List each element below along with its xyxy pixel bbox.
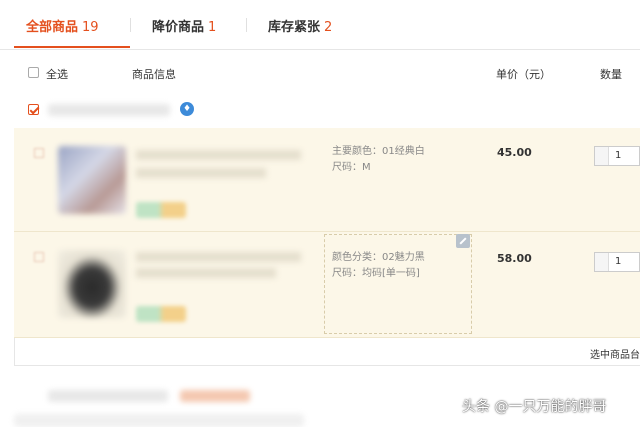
product-name-blurred <box>136 168 266 178</box>
shop-row: ♦ <box>0 96 640 124</box>
quantity-decrease-button[interactable] <box>595 253 609 271</box>
tab-all-items-label: 全部商品 <box>26 20 79 35</box>
tab-separator <box>246 18 247 32</box>
product-thumbnail[interactable] <box>58 146 126 214</box>
item-spec: 颜色分类：02魅力黑 尺码：均码[单一码] <box>332 250 425 282</box>
quantity-decrease-button[interactable] <box>595 147 609 165</box>
item-checkbox[interactable] <box>34 252 44 262</box>
product-name-blurred[interactable] <box>136 252 301 262</box>
tab-low-stock[interactable]: 库存紧张 2 <box>268 16 332 35</box>
tab-price-drop[interactable]: 降价商品 1 <box>152 16 216 35</box>
cart-item: 主要颜色：01经典白 尺码：M 45.00 1 <box>14 128 640 232</box>
product-name-blurred <box>136 268 276 278</box>
table-header: 全选 商品信息 单价（元） 数量 <box>0 60 640 86</box>
edit-icon[interactable] <box>456 234 470 248</box>
product-name-blurred[interactable] <box>136 150 301 160</box>
select-all-label: 全选 <box>46 68 68 81</box>
shop-tag-blurred <box>180 390 250 402</box>
shop-checkbox[interactable] <box>28 104 39 115</box>
tab-all-items[interactable]: 全部商品 19 <box>26 16 99 35</box>
quantity-header: 数量 <box>600 68 622 81</box>
product-tags-blurred <box>136 202 186 218</box>
unit-price-header: 单价（元） <box>496 68 551 81</box>
select-all-checkbox[interactable] <box>28 67 39 78</box>
selected-summary-row: 选中商品台 <box>14 338 640 366</box>
cart-tabs: 全部商品 19 降价商品 1 库存紧张 2 <box>0 0 640 50</box>
product-thumbnail[interactable] <box>58 250 126 318</box>
shop-chat-icon[interactable]: ♦ <box>180 102 194 116</box>
spec-edit-box[interactable] <box>324 234 472 334</box>
tab-low-stock-label: 库存紧张 <box>268 20 321 35</box>
item-price: 58.00 <box>497 252 532 265</box>
tab-all-items-count: 19 <box>82 20 99 35</box>
item-spec: 主要颜色：01经典白 尺码：M <box>332 144 425 176</box>
watermark: 头条 @一只万能的胖哥 <box>462 399 607 415</box>
row-blurred <box>14 414 304 427</box>
item-checkbox[interactable] <box>34 148 44 158</box>
spec-size: 尺码：均码[单一码] <box>332 268 420 279</box>
quantity-value[interactable]: 1 <box>615 256 621 267</box>
spec-color: 主要颜色：01经典白 <box>332 146 425 157</box>
cart-item: 颜色分类：02魅力黑 尺码：均码[单一码] 58.00 1 <box>14 232 640 338</box>
quantity-stepper[interactable]: 1 <box>594 146 640 166</box>
shop-name-blurred <box>48 104 170 116</box>
selected-items-text: 选中商品台 <box>590 350 640 361</box>
shop-name-blurred <box>48 390 168 402</box>
tab-price-drop-count: 1 <box>208 20 217 35</box>
tab-low-stock-count: 2 <box>324 20 333 35</box>
tab-price-drop-label: 降价商品 <box>152 20 205 35</box>
quantity-value[interactable]: 1 <box>615 150 621 161</box>
quantity-stepper[interactable]: 1 <box>594 252 640 272</box>
spec-size: 尺码：M <box>332 162 371 173</box>
product-info-header: 商品信息 <box>132 68 176 81</box>
spec-color: 颜色分类：02魅力黑 <box>332 252 425 263</box>
active-tab-underline <box>14 46 130 48</box>
product-tags-blurred <box>136 306 186 322</box>
tab-separator <box>130 18 131 32</box>
item-price: 45.00 <box>497 146 532 159</box>
